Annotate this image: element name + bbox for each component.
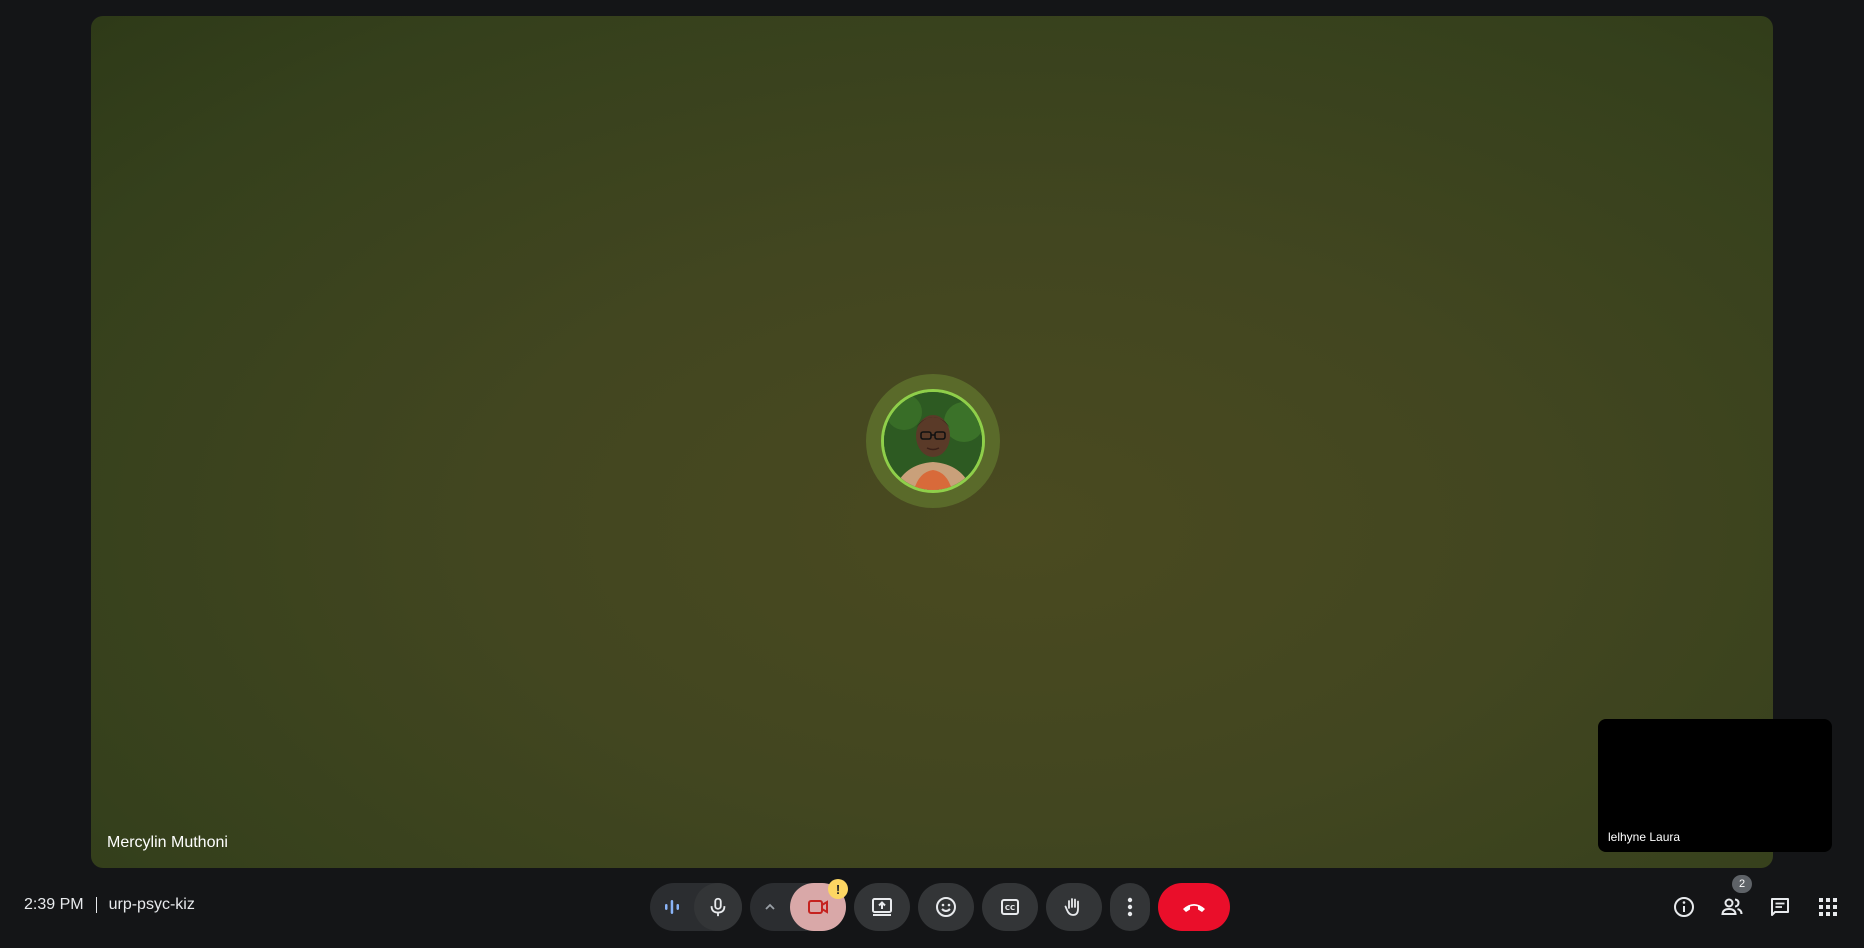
mic-button[interactable] (694, 883, 742, 931)
end-call-icon (1181, 900, 1207, 914)
meeting-code: urp-psyc-kiz (108, 896, 195, 913)
camera-button[interactable]: ! (790, 879, 848, 931)
more-options-button[interactable] (1110, 883, 1150, 931)
people-button[interactable]: 2 (1708, 875, 1756, 931)
present-button[interactable] (854, 883, 910, 931)
camera-group: ! (750, 879, 848, 931)
meeting-info: 2:39 PM urp-psyc-kiz (24, 896, 195, 914)
people-count-badge: 2 (1732, 875, 1752, 893)
camera-off-icon (806, 895, 830, 919)
camera-warning-badge: ! (828, 879, 848, 899)
speaker-name-label: Mercylin Muthoni (107, 834, 228, 851)
emoji-icon (934, 895, 958, 919)
clock-time: 2:39 PM (24, 896, 84, 913)
chat-button[interactable] (1756, 883, 1804, 931)
people-icon (1720, 895, 1744, 919)
camera-options-button[interactable] (750, 883, 790, 931)
mic-icon (707, 896, 729, 918)
apps-icon (1817, 896, 1839, 918)
side-panel-controls: 2 (1660, 875, 1852, 931)
info-icon (1672, 895, 1696, 919)
main-video-stage: Mercylin Muthoni (91, 16, 1773, 868)
svg-text:CC: CC (1005, 904, 1015, 912)
speaker-avatar-ring (866, 374, 1000, 508)
chevron-up-icon (763, 900, 777, 914)
audio-level-button[interactable] (650, 883, 694, 931)
more-vert-icon (1127, 897, 1133, 917)
activities-button[interactable] (1804, 883, 1852, 931)
captions-icon: CC (998, 895, 1022, 919)
self-view-tile[interactable]: lelhyne Laura (1598, 719, 1832, 852)
end-call-button[interactable] (1158, 883, 1230, 931)
raise-hand-icon (1062, 895, 1086, 919)
divider (95, 897, 97, 913)
chat-icon (1768, 895, 1792, 919)
self-name-label: lelhyne Laura (1608, 830, 1681, 844)
audio-level-icon (662, 897, 682, 917)
mic-group (650, 883, 742, 931)
raise-hand-button[interactable] (1046, 883, 1102, 931)
reactions-button[interactable] (918, 883, 974, 931)
meeting-details-button[interactable] (1660, 883, 1708, 931)
speaker-avatar (881, 389, 985, 493)
captions-button[interactable]: CC (982, 883, 1038, 931)
present-icon (870, 895, 894, 919)
call-controls: ! CC (650, 879, 1238, 931)
